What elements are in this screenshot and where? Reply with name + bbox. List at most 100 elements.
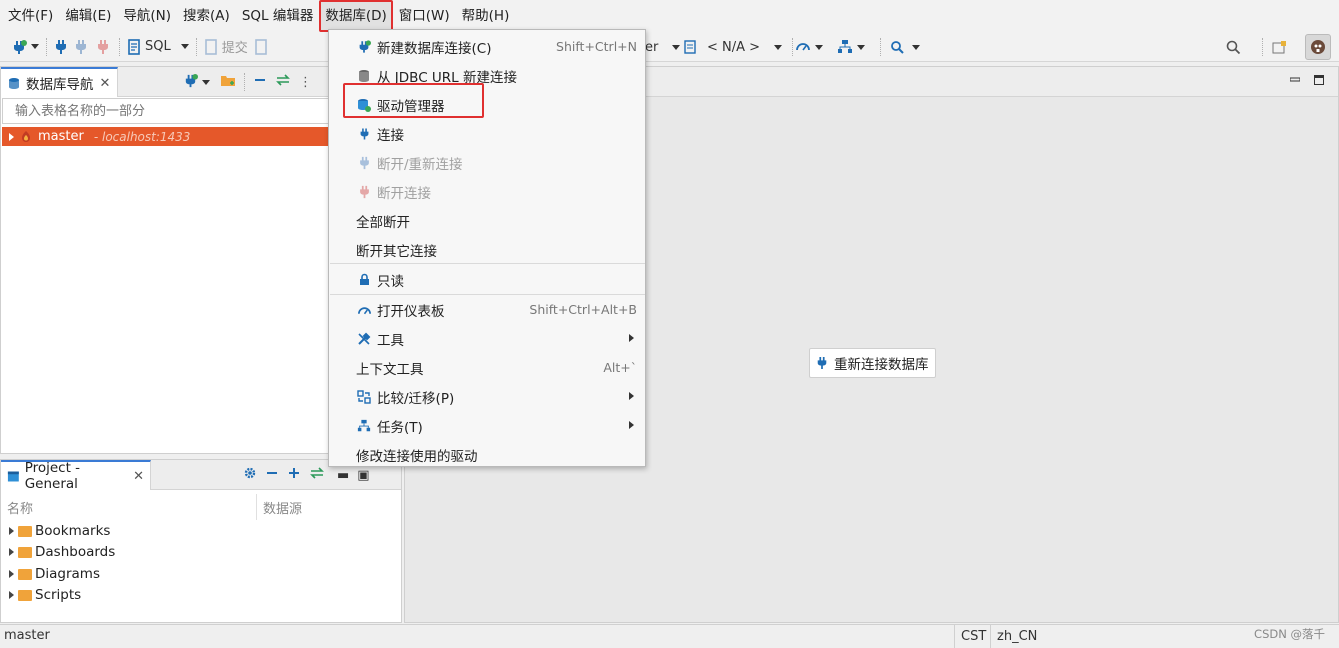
project-item-diagrams[interactable]: Diagrams [9,564,100,584]
connection-host: - localhost:1433 [93,129,191,144]
rollback-button[interactable] [251,35,271,59]
dashboard-button[interactable] [795,35,823,59]
column-header-name[interactable]: 名称 [7,494,33,520]
minimize-icon[interactable]: ▬ [337,468,349,483]
scripts-folder-icon [18,589,32,601]
commit-button[interactable]: 提交 [201,35,251,59]
open-perspective-button[interactable] [1272,35,1287,59]
schema-selector[interactable]: er [645,35,681,59]
chevron-down-icon [815,44,823,50]
tab-database-navigator[interactable]: 数据库导航 ✕ [1,67,118,97]
connect-button[interactable] [51,35,71,59]
menu-search[interactable]: 搜索(A) [177,0,236,32]
disconnect-icon [353,185,375,199]
project-item-label: Scripts [35,587,82,603]
dbeaver-perspective-button[interactable] [1305,34,1331,60]
tree-item-master[interactable]: master - localhost:1433 [2,127,334,146]
disconnect-button[interactable] [93,35,115,59]
expand-arrow-icon[interactable] [9,591,14,599]
toolbar-divider [1262,38,1263,56]
menu-file[interactable]: 文件(F) [2,0,59,32]
global-search-button[interactable] [1226,35,1241,59]
menu-item-label: 新建数据库连接(C) [377,40,492,57]
close-icon[interactable]: ✕ [100,76,111,91]
link-with-editor-button[interactable] [309,466,325,484]
menu-item-compare-migrate[interactable]: 比较/迁移(P) [329,382,645,411]
menu-sql-editor[interactable]: SQL 编辑器 [236,0,320,32]
menu-item-tasks[interactable]: 任务(T) [329,411,645,440]
menu-item-disconnect[interactable]: 断开连接 [329,177,645,206]
chevron-down-icon [31,44,39,49]
expand-arrow-icon[interactable] [9,527,14,535]
collapse-all-button[interactable] [265,466,279,484]
expand-all-button[interactable] [287,466,301,484]
menu-item-open-dashboard[interactable]: 打开仪表板 Shift+Ctrl+Alt+B [329,295,645,324]
menu-edit[interactable]: 编辑(E) [59,0,117,32]
chevron-down-icon [774,44,783,50]
reconnect-button[interactable] [71,35,93,59]
minimize-icon[interactable] [1290,75,1300,85]
view-menu-icon[interactable]: ⋮ [299,75,312,90]
menu-item-read-only[interactable]: 只读 [329,265,645,294]
tab-label: Project - General [24,460,81,492]
menu-database[interactable]: 数据库(D) [319,0,393,32]
maximize-icon[interactable]: ▣ [357,468,369,483]
reconnect-database-button[interactable]: 重新连接数据库 [809,348,936,378]
toolbar-divider [119,37,120,56]
tab-label: 数据库导航 [26,77,94,93]
menu-item-change-driver[interactable]: 修改连接使用的驱动 [329,440,645,469]
menu-item-disconnect-all[interactable]: 全部断开 [329,206,645,235]
link-with-editor-button[interactable] [275,73,291,91]
project-item-label: Bookmarks [35,523,111,539]
menu-item-label: 修改连接使用的驱动 [356,448,478,465]
expand-arrow-icon[interactable] [9,132,14,141]
commit-icon [204,38,217,55]
tab-project-general[interactable]: Project - General ✕ [1,460,151,492]
menu-item-reconnect[interactable]: 断开/重新连接 [329,148,645,177]
menu-item-shortcut: Shift+Ctrl+N [556,39,637,54]
expand-arrow-icon[interactable] [9,548,14,556]
menu-item-tools[interactable]: 工具 [329,324,645,353]
menu-item-context-tools[interactable]: 上下文工具 Alt+` [329,353,645,382]
menu-item-new-connection[interactable]: 新建数据库连接(C) Shift+Ctrl+N [329,32,645,61]
project-item-scripts[interactable]: Scripts [9,585,81,605]
sqlserver-icon [22,131,30,142]
driver-manager-highlight-box [343,83,484,118]
watermark-text: CSDN @落千 [1254,627,1325,641]
datasource-label: < N/A > [707,39,761,55]
column-header-datasource[interactable]: 数据源 [256,494,396,520]
project-item-dashboards[interactable]: Dashboards [9,542,115,562]
expand-arrow-icon[interactable] [9,570,14,578]
project-item-bookmarks[interactable]: Bookmarks [9,521,110,541]
menu-navigate[interactable]: 导航(N) [117,0,177,32]
close-icon[interactable]: ✕ [133,469,144,484]
collapse-all-button[interactable] [253,73,267,91]
tools-icon [353,332,375,346]
menu-item-label: 工具 [377,332,404,349]
new-connection-button[interactable] [8,35,42,59]
menu-item-disconnect-others[interactable]: 断开其它连接 [329,235,645,264]
search-icon [1226,40,1241,54]
tasks-icon [353,419,375,433]
table-filter-input[interactable] [2,98,334,124]
new-folder-button[interactable] [220,73,236,91]
project-item-label: Diagrams [35,566,100,582]
menu-help[interactable]: 帮助(H) [456,0,516,32]
sql-editor-button[interactable]: SQL [124,35,192,59]
menu-item-label: 断开/重新连接 [377,156,463,173]
menu-item-connect[interactable]: 连接 [329,119,645,148]
active-datasource-selector[interactable]: < N/A > [683,35,783,59]
tasks-button[interactable] [837,35,865,59]
project-panel: Project - General ✕ ▬ ▣ 名称 数据源 Bookmarks [0,459,402,623]
reconnect-icon [76,39,86,54]
chevron-down-icon[interactable] [202,79,210,85]
toolbar-divider [195,37,197,56]
new-connection-button[interactable] [183,73,198,92]
menu-window[interactable]: 窗口(W) [393,0,456,32]
configure-button[interactable] [243,466,257,484]
search-button[interactable] [890,35,920,59]
new-connection-icon [353,39,375,54]
rollback-icon [254,38,267,55]
maximize-icon[interactable] [1314,75,1324,85]
menu-item-label: 打开仪表板 [377,303,445,320]
